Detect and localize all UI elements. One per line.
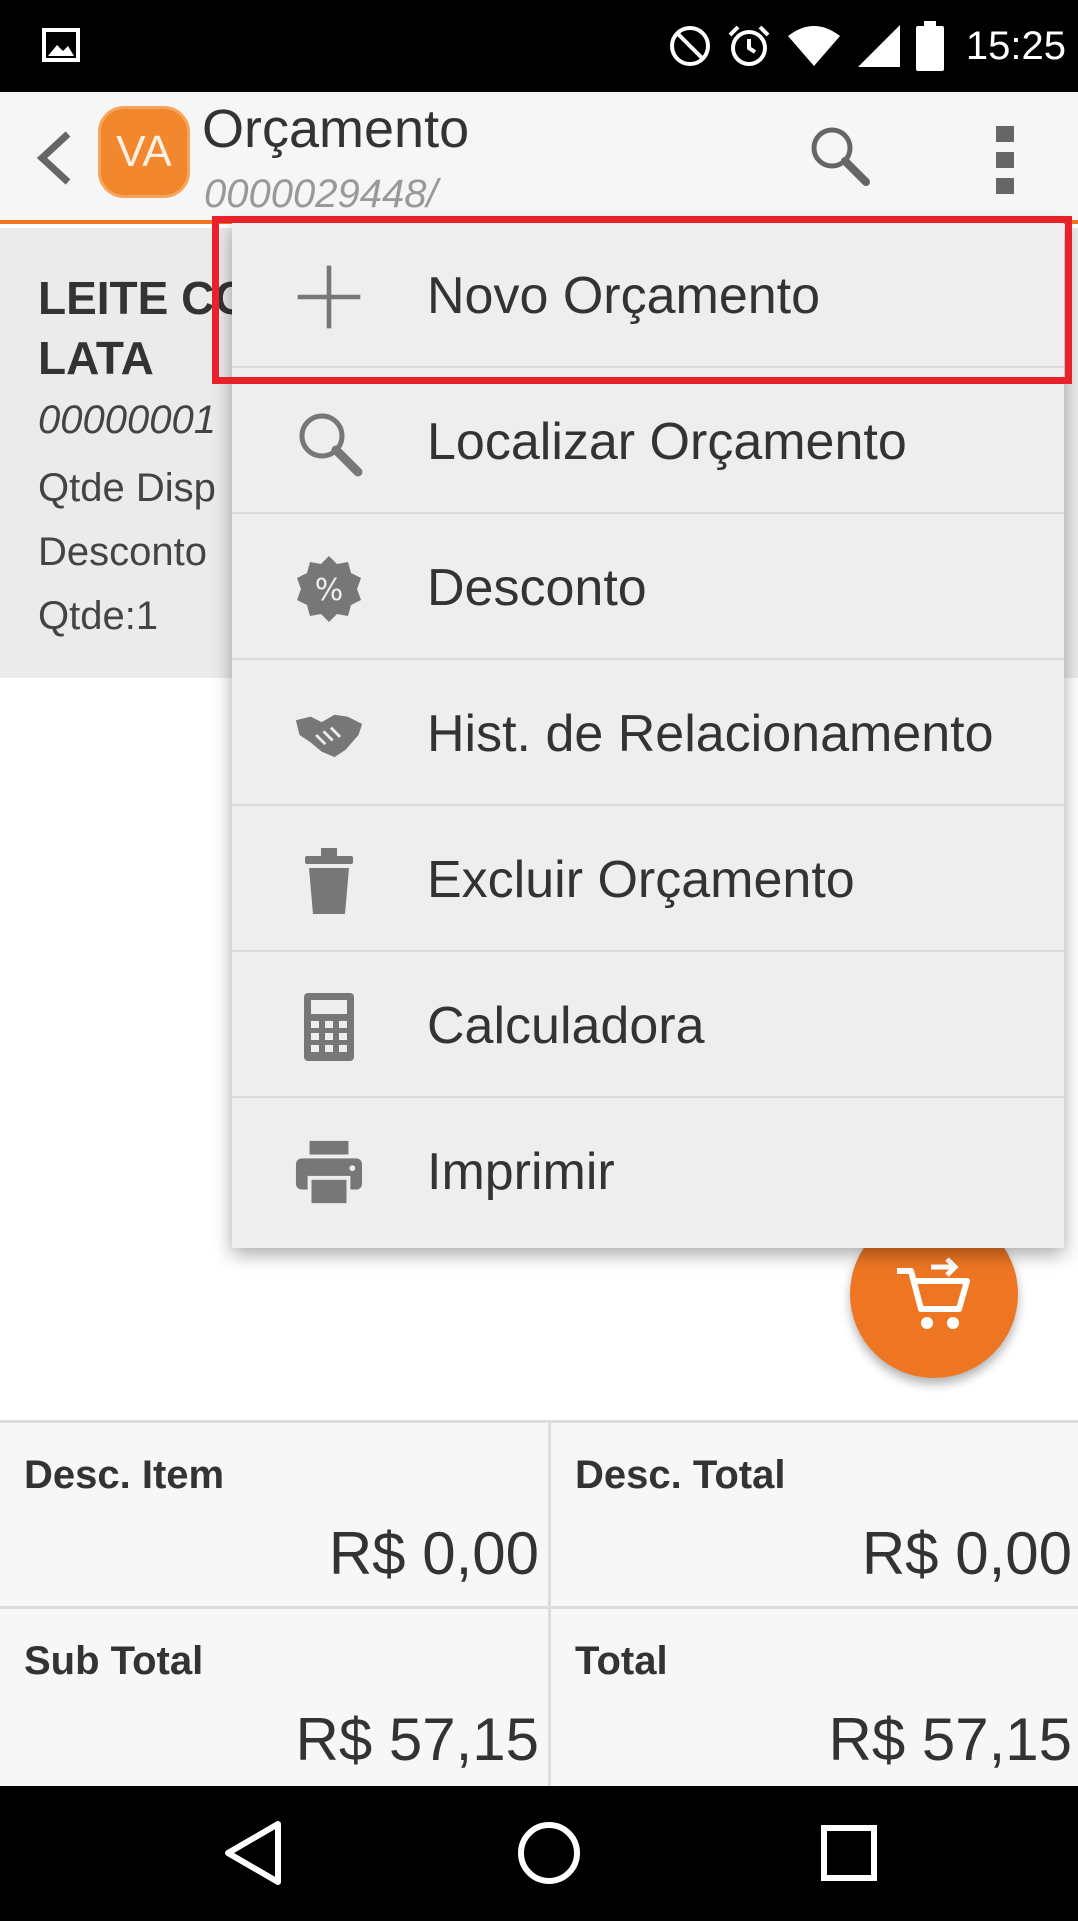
desc-item-label: Desc. Item [24, 1453, 225, 1497]
desc-total-value: R$ 0,00 [861, 1520, 1072, 1587]
item-code: 00000001 [38, 398, 216, 442]
nav-recents-icon[interactable] [812, 1816, 886, 1890]
desc-total-label: Desc. Total [575, 1453, 786, 1497]
totals-panel: Desc. Item R$ 0,00 Desc. Total R$ 0,00 S… [0, 1420, 1078, 1789]
more-options-icon[interactable] [986, 122, 1026, 198]
page-title: Orçamento [202, 99, 470, 159]
menu-item-hist-relacionamento[interactable]: Hist. de Relacionamento [232, 660, 1064, 806]
sub-total-label: Sub Total [24, 1639, 204, 1683]
menu-item-label: Excluir Orçamento [427, 851, 855, 909]
handshake-icon [294, 700, 364, 770]
cell-signal-icon [857, 25, 900, 67]
menu-item-localizar-orcamento[interactable]: Localizar Orçamento [232, 368, 1064, 514]
item-qtde-disp: Qtde Disp [38, 466, 216, 510]
nav-back-icon[interactable] [218, 1816, 292, 1890]
wifi-icon [787, 26, 840, 66]
total-label: Total [575, 1639, 668, 1683]
cart-transfer-icon [897, 1257, 970, 1329]
menu-item-label: Localizar Orçamento [427, 413, 907, 471]
menu-item-label: Imprimir [427, 1143, 615, 1201]
sub-total-cell: Sub Total R$ 57,15 [0, 1609, 539, 1792]
menu-item-calculadora[interactable]: Calculadora [232, 952, 1064, 1098]
trash-icon [294, 846, 364, 916]
item-qtde: Qtde:1 [38, 594, 159, 638]
menu-item-label: Calculadora [427, 997, 705, 1055]
menu-item-label: Hist. de Relacionamento [427, 705, 994, 763]
menu-item-desconto[interactable]: % Desconto [232, 514, 1064, 660]
budget-number: 0000029448/ [204, 172, 438, 216]
total-value: R$ 57,15 [828, 1706, 1072, 1773]
menu-item-imprimir[interactable]: Imprimir [232, 1098, 1064, 1244]
avatar[interactable]: VA [98, 106, 190, 198]
printer-icon [294, 1138, 364, 1208]
desc-item-value: R$ 0,00 [328, 1520, 539, 1587]
app-toolbar: VA Orçamento 0000029448/ [0, 92, 1078, 224]
nav-home-icon[interactable] [512, 1816, 586, 1890]
back-chevron-icon[interactable] [30, 128, 80, 188]
calculator-icon [294, 992, 364, 1062]
status-time: 15:25 [965, 23, 1066, 68]
desc-total-cell: Desc. Total R$ 0,00 [551, 1423, 1078, 1606]
menu-item-excluir-orcamento[interactable]: Excluir Orçamento [232, 806, 1064, 952]
battery-icon [915, 21, 944, 71]
search-icon [294, 408, 364, 478]
desc-item-cell: Desc. Item R$ 0,00 [0, 1423, 539, 1606]
total-cell: Total R$ 57,15 [551, 1609, 1078, 1792]
status-bar: 15:25 [0, 0, 1078, 92]
do-not-disturb-icon [669, 26, 710, 66]
item-desconto: Desconto [38, 530, 207, 574]
percent-badge-icon: % [294, 554, 364, 624]
alarm-icon [728, 25, 770, 66]
highlight-box [212, 216, 1072, 384]
divider [0, 1606, 1078, 1609]
search-icon[interactable] [806, 122, 872, 188]
system-nav-bar [0, 1786, 1078, 1921]
svg-text:%: % [315, 573, 344, 608]
menu-item-label: Desconto [427, 559, 647, 617]
image-notification-icon [42, 28, 80, 62]
sub-total-value: R$ 57,15 [295, 1706, 539, 1773]
